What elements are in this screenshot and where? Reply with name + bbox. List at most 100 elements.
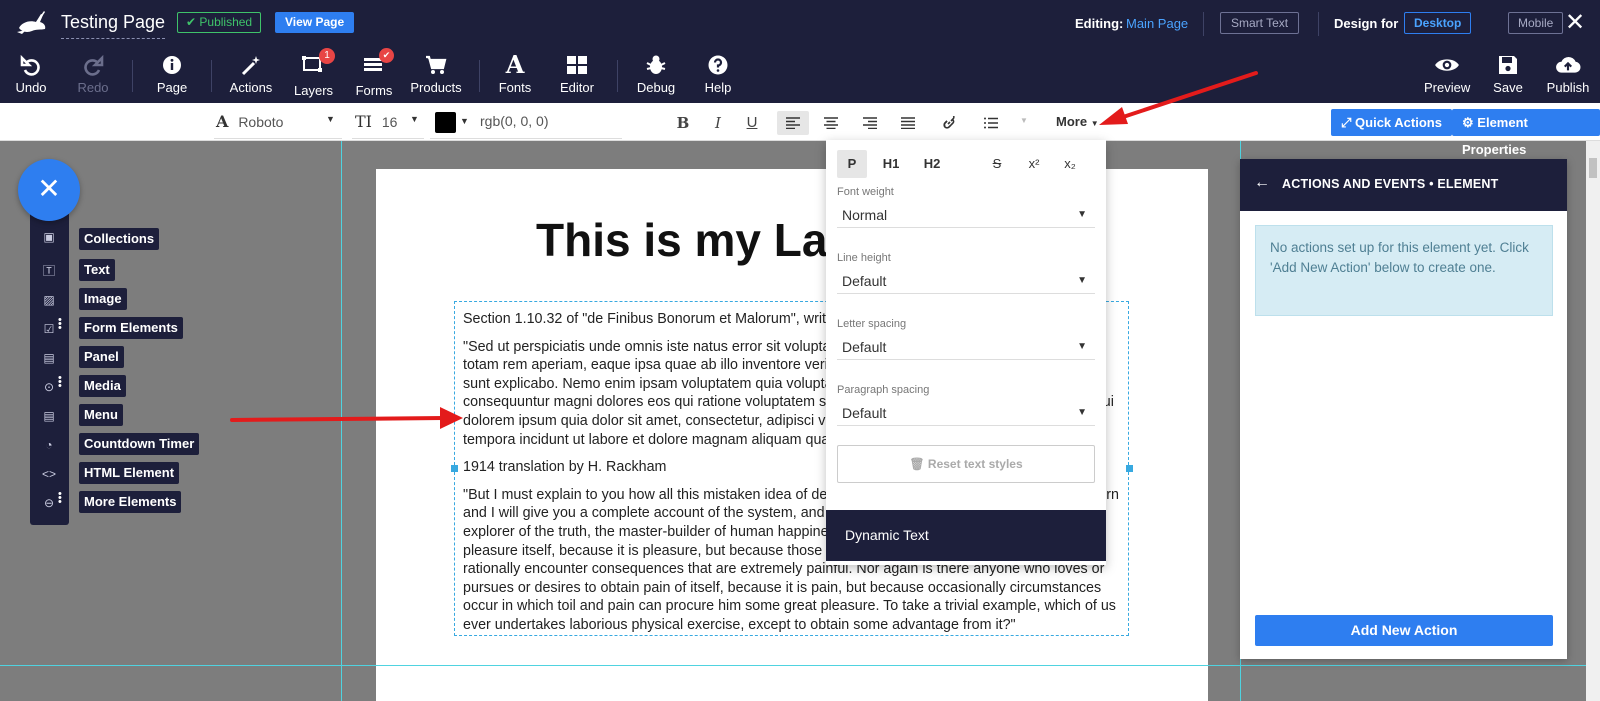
products-button[interactable]: Products: [410, 52, 462, 95]
align-center-icon: [824, 117, 838, 130]
superscript-button[interactable]: x²: [1021, 150, 1047, 178]
publish-button[interactable]: Publish: [1546, 52, 1590, 95]
actions-button[interactable]: Actions: [229, 52, 273, 95]
scroll-thumb[interactable]: [1589, 158, 1597, 178]
chevron-down-icon[interactable]: ▼: [460, 116, 469, 126]
help-button[interactable]: Help: [700, 52, 736, 95]
reset-text-styles-button[interactable]: 🗑 Reset text styles: [837, 445, 1095, 483]
italic-button[interactable]: I: [704, 111, 732, 135]
editing-page-link[interactable]: Main Page: [1126, 16, 1188, 31]
preview-label: Preview: [1424, 80, 1471, 95]
paragraph-style-button[interactable]: P: [837, 150, 867, 178]
timer-icon[interactable]: ◔: [41, 437, 57, 453]
preview-button[interactable]: Preview: [1424, 52, 1470, 95]
sidebar-item-media[interactable]: Media: [79, 375, 126, 397]
quick-actions-button[interactable]: ⤢ Quick Actions: [1331, 109, 1452, 136]
more-dropdown[interactable]: More ▼: [1056, 114, 1099, 129]
element-properties-button[interactable]: ⚙ Element Properties: [1452, 109, 1600, 157]
paragraph-spacing-label: Paragraph spacing: [837, 384, 930, 396]
forms-button[interactable]: ✔ Forms: [354, 48, 394, 98]
save-icon: [1499, 56, 1517, 74]
dynamic-text-button[interactable]: Dynamic Text: [826, 510, 1106, 561]
font-size-select[interactable]: TI 16 ▼: [355, 112, 419, 131]
panel-icon[interactable]: ▤: [41, 350, 57, 366]
save-button[interactable]: Save: [1491, 52, 1525, 95]
sidebar-item-more-elements[interactable]: More Elements: [79, 491, 182, 513]
more-icon[interactable]: ⊖: [41, 495, 57, 511]
page-heading[interactable]: This is my Lan: [536, 213, 856, 267]
more-options-icon[interactable]: • • •: [58, 489, 62, 508]
image-icon[interactable]: ▨: [41, 292, 57, 308]
back-arrow-icon[interactable]: ←: [1254, 174, 1270, 192]
align-justify-button[interactable]: [894, 111, 922, 135]
more-options-icon[interactable]: • • •: [58, 373, 62, 392]
mobile-toggle[interactable]: Mobile: [1508, 12, 1564, 34]
strikethrough-button[interactable]: S: [984, 150, 1010, 178]
debug-button[interactable]: Debug: [636, 52, 676, 95]
letter-spacing-select[interactable]: Default ▼: [837, 334, 1095, 360]
color-swatch[interactable]: [435, 112, 456, 133]
form-icon[interactable]: ☑: [41, 321, 57, 337]
top-header: Testing Page ✔ Published View Page Editi…: [0, 0, 1600, 103]
line-height-select[interactable]: Default ▼: [837, 268, 1095, 294]
panel-header: ← ACTIONS AND EVENTS • ELEMENT: [1240, 159, 1567, 211]
align-left-button[interactable]: [777, 111, 809, 135]
line-height-label: Line height: [837, 252, 891, 264]
page-title[interactable]: Testing Page: [61, 12, 166, 39]
text-icon[interactable]: 🅃: [41, 263, 57, 279]
smart-text-button[interactable]: Smart Text: [1220, 12, 1300, 34]
link-button[interactable]: [935, 111, 963, 135]
sidebar-item-collections[interactable]: Collections: [79, 228, 160, 250]
page-button[interactable]: Page: [154, 52, 190, 95]
published-badge[interactable]: ✔ Published: [177, 12, 262, 33]
subscript-button[interactable]: x₂: [1057, 150, 1083, 178]
resize-handle[interactable]: [451, 465, 458, 472]
close-menu-button[interactable]: ✕: [18, 159, 80, 221]
undo-button[interactable]: Undo: [12, 52, 50, 95]
font-family-select[interactable]: A Roboto ▼: [216, 112, 335, 131]
menu-icon[interactable]: ▤: [41, 408, 57, 424]
add-new-action-button[interactable]: Add New Action: [1255, 615, 1553, 646]
sidebar-item-form-elements[interactable]: Form Elements: [79, 317, 183, 339]
sidebar-item-countdown-timer[interactable]: Countdown Timer: [79, 433, 200, 455]
more-options-icon[interactable]: • • •: [58, 315, 62, 334]
editor-button[interactable]: Editor: [556, 52, 598, 95]
redo-button[interactable]: Redo: [74, 52, 112, 95]
view-page-button[interactable]: View Page: [275, 12, 355, 33]
bold-button[interactable]: B: [669, 111, 697, 135]
more-format-dropdown: P H1 H2 S x² x₂ Font weight Normal ▼ Lin…: [826, 140, 1106, 565]
sidebar-item-text[interactable]: Text: [79, 259, 115, 281]
guide-line: [341, 141, 342, 701]
list-button[interactable]: [977, 111, 1005, 135]
letter-spacing-value: Default: [842, 339, 887, 355]
collections-icon[interactable]: ▣: [41, 229, 57, 245]
font-weight-select[interactable]: Normal ▼: [837, 202, 1095, 228]
divider: [1203, 12, 1204, 36]
sidebar-item-menu[interactable]: Menu: [79, 404, 123, 426]
font-family-value: Roboto: [238, 114, 284, 130]
align-center-button[interactable]: [817, 111, 845, 135]
sidebar-item-image[interactable]: Image: [79, 288, 127, 310]
media-icon[interactable]: ⊙: [41, 379, 57, 395]
align-right-button[interactable]: [856, 111, 884, 135]
close-icon[interactable]: ✕: [1565, 8, 1585, 37]
rabbit-logo-icon[interactable]: [16, 8, 48, 38]
color-value[interactable]: rgb(0, 0, 0): [480, 113, 548, 129]
underline-button[interactable]: U: [738, 111, 766, 135]
paragraph-spacing-select[interactable]: Default ▼: [837, 400, 1095, 426]
scrollbar[interactable]: [1586, 141, 1600, 701]
chevron-down-icon[interactable]: ▼: [1020, 116, 1028, 125]
sidebar-item-html-element[interactable]: HTML Element: [79, 462, 180, 484]
desktop-toggle[interactable]: Desktop: [1404, 12, 1472, 34]
fonts-button[interactable]: A Fonts: [496, 50, 534, 96]
h2-style-button[interactable]: H2: [916, 150, 948, 178]
layers-button[interactable]: 1 Layers: [294, 48, 335, 98]
code-icon[interactable]: <>: [41, 466, 57, 482]
h1-style-button[interactable]: H1: [875, 150, 907, 178]
sidebar-item-panel[interactable]: Panel: [79, 346, 124, 368]
divider: [132, 60, 133, 92]
resize-handle[interactable]: [1126, 465, 1133, 472]
font-icon: A: [505, 50, 525, 79]
divider: [211, 60, 212, 92]
caret-down-icon: ▼: [1077, 407, 1087, 418]
